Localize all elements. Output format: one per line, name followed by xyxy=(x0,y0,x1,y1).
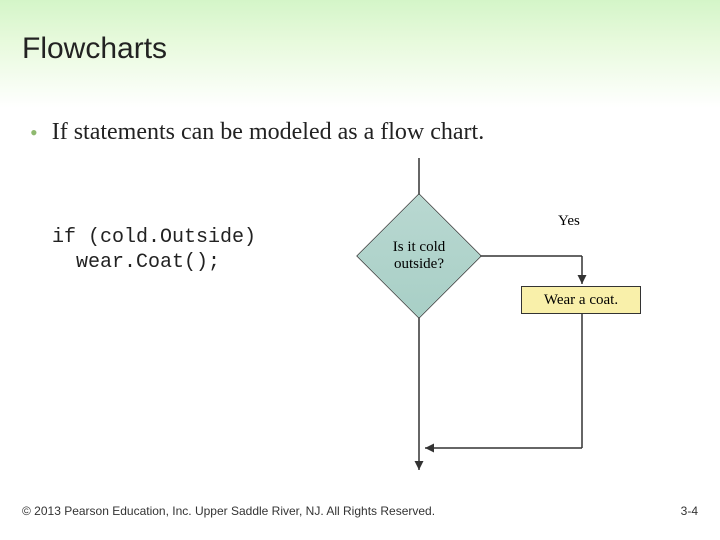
code-sample: if (cold.Outside) wear.Coat(); xyxy=(52,225,256,275)
copyright-footer: © 2013 Pearson Education, Inc. Upper Sad… xyxy=(22,504,435,518)
flowchart: Is it coldoutside? Yes Wear a coat. xyxy=(335,158,675,478)
code-line-1: if (cold.Outside) xyxy=(52,226,256,249)
bullet-text: If statements can be modeled as a flow c… xyxy=(52,119,485,145)
slide-title: Flowcharts xyxy=(22,32,167,66)
bullet-item: • If statements can be modeled as a flow… xyxy=(30,119,484,146)
bullet-dot-icon: • xyxy=(30,120,38,145)
action-text: Wear a coat. xyxy=(544,292,618,309)
decision-node: Is it coldoutside? xyxy=(359,196,479,316)
yes-label: Yes xyxy=(558,213,580,230)
decision-text: Is it coldoutside? xyxy=(359,196,479,316)
code-line-2: wear.Coat(); xyxy=(52,251,220,274)
action-node: Wear a coat. xyxy=(521,286,641,314)
page-number: 3-4 xyxy=(681,504,698,518)
